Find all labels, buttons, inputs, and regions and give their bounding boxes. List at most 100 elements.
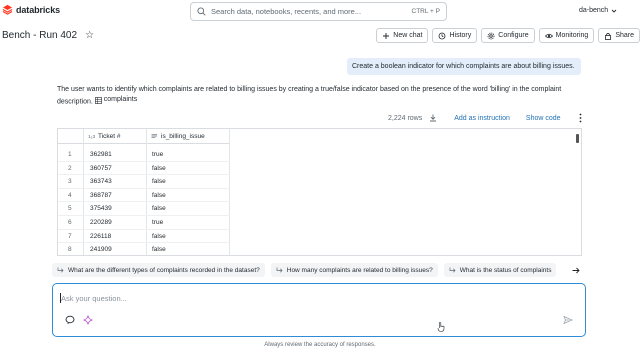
reply-arrow-icon bbox=[57, 267, 64, 273]
row-number: 3 bbox=[68, 178, 72, 186]
user-message-text: Create a boolean indicator for which com… bbox=[352, 63, 575, 70]
chat-bubble-icon[interactable] bbox=[65, 315, 75, 325]
table-row[interactable]: 6 220289 true bbox=[58, 216, 230, 230]
page-title-text: Bench - Run 402 bbox=[2, 30, 78, 41]
global-search[interactable]: Search data, notebooks, recents, and mor… bbox=[190, 2, 447, 21]
table-scrollbar[interactable] bbox=[576, 134, 579, 143]
toolbar: New chat History Configure Monitoring Sh… bbox=[376, 28, 640, 43]
row-number: 7 bbox=[68, 232, 72, 240]
databricks-logo[interactable]: databricks bbox=[2, 4, 60, 15]
result-table: 1₂3 Ticket # is_billing_issue 1 362981 t… bbox=[57, 128, 582, 256]
billing-issue-cell: true bbox=[152, 219, 164, 226]
row-number: 6 bbox=[68, 219, 72, 226]
suggestion-text: What is the status of complaints bbox=[459, 266, 552, 274]
column-header-is-billing-issue[interactable]: is_billing_issue bbox=[151, 129, 205, 144]
share-label: Share bbox=[615, 32, 634, 39]
page-title: Bench - Run 402 ☆ bbox=[2, 30, 94, 41]
ticket-cell: 226118 bbox=[90, 232, 112, 240]
suggested-questions: What are the different types of complain… bbox=[52, 263, 585, 277]
top-bar: databricks Search data, notebooks, recen… bbox=[0, 0, 640, 24]
databricks-logo-icon bbox=[2, 4, 13, 15]
billing-issue-cell: true bbox=[152, 151, 164, 158]
ticket-cell: 363743 bbox=[90, 178, 112, 186]
table-reference-link[interactable]: complaints bbox=[94, 95, 138, 105]
row-number: 4 bbox=[68, 191, 72, 199]
arrow-right-icon bbox=[572, 267, 580, 273]
suggestions-next-button[interactable] bbox=[570, 264, 582, 276]
star-icon[interactable]: ☆ bbox=[85, 30, 94, 41]
disclaimer-note: Always review the accuracy of responses. bbox=[264, 342, 376, 348]
number-type-icon: 1₂3 bbox=[88, 134, 95, 139]
table-row[interactable]: 4 368787 false bbox=[58, 189, 230, 203]
column-header-label: Ticket # bbox=[98, 132, 121, 140]
workspace-switcher[interactable]: da-bench bbox=[579, 7, 617, 14]
billing-issue-cell: false bbox=[152, 205, 166, 213]
boolean-type-icon bbox=[151, 133, 158, 139]
configure-label: Configure bbox=[498, 32, 529, 39]
ticket-cell: 362981 bbox=[90, 151, 112, 158]
ticket-cell: 241909 bbox=[90, 246, 112, 254]
table-row[interactable]: 7 226118 false bbox=[58, 230, 230, 244]
billing-issue-cell: false bbox=[152, 246, 166, 254]
history-label: History bbox=[449, 32, 472, 39]
chevron-down-icon bbox=[611, 9, 617, 13]
question-input-placeholder: Ask your question... bbox=[61, 294, 127, 303]
brand-name: databricks bbox=[16, 4, 61, 15]
suggestion-chip[interactable]: What are the different types of complain… bbox=[52, 263, 265, 277]
send-icon[interactable] bbox=[563, 315, 573, 325]
search-placeholder: Search data, notebooks, recents, and mor… bbox=[211, 7, 362, 16]
row-number: 1 bbox=[68, 151, 72, 158]
gear-icon bbox=[487, 32, 495, 39]
sparkle-icon[interactable] bbox=[83, 315, 93, 325]
question-input[interactable]: Ask your question... bbox=[52, 283, 586, 337]
search-shortcut: CTRL + P bbox=[411, 8, 440, 15]
table-row[interactable]: 2 360757 false bbox=[58, 162, 230, 176]
history-button[interactable]: History bbox=[432, 28, 478, 43]
configure-button[interactable]: Configure bbox=[481, 28, 535, 43]
suggestion-text: How many complaints are related to billi… bbox=[286, 266, 433, 274]
suggestion-chip[interactable]: How many complaints are related to billi… bbox=[270, 263, 438, 277]
assistant-message: The user wants to identify which complai… bbox=[57, 85, 587, 108]
table-reference-name: complaints bbox=[103, 96, 138, 103]
suggestion-text: What are the different types of complain… bbox=[68, 266, 260, 274]
ticket-cell: 375439 bbox=[90, 205, 112, 213]
row-number: 5 bbox=[68, 205, 72, 213]
billing-issue-cell: false bbox=[152, 164, 166, 172]
history-icon bbox=[439, 32, 446, 39]
billing-issue-cell: false bbox=[152, 178, 166, 186]
search-icon bbox=[197, 7, 206, 16]
column-header-ticket[interactable]: 1₂3 Ticket # bbox=[88, 129, 121, 144]
column-header-label: is_billing_issue bbox=[161, 132, 205, 140]
billing-issue-cell: false bbox=[152, 191, 166, 199]
eye-icon bbox=[544, 33, 553, 38]
more-options-icon[interactable] bbox=[579, 113, 582, 123]
download-icon[interactable] bbox=[429, 114, 437, 122]
share-button[interactable]: Share bbox=[598, 28, 640, 43]
lock-icon bbox=[605, 32, 612, 40]
table-row[interactable]: 1 362981 true bbox=[58, 148, 230, 162]
svg-text:1₂3: 1₂3 bbox=[88, 134, 95, 139]
show-code-link[interactable]: Show code bbox=[526, 115, 561, 122]
ticket-cell: 360757 bbox=[90, 164, 112, 172]
billing-issue-cell: false bbox=[152, 232, 166, 240]
table-row[interactable]: 8 241909 false bbox=[58, 243, 230, 255]
ticket-cell: 220289 bbox=[90, 219, 112, 226]
ticket-cell: 368787 bbox=[90, 191, 112, 199]
mouse-cursor-icon bbox=[437, 322, 445, 332]
row-number: 2 bbox=[68, 164, 72, 172]
suggestion-chip[interactable]: What is the status of complaints bbox=[443, 263, 557, 277]
monitoring-button[interactable]: Monitoring bbox=[538, 28, 595, 43]
workspace-name: da-bench bbox=[579, 7, 609, 14]
table-icon bbox=[94, 96, 102, 104]
table-row[interactable]: 3 363743 false bbox=[58, 175, 230, 189]
plus-icon bbox=[383, 32, 390, 39]
row-number: 8 bbox=[68, 246, 72, 254]
table-row[interactable]: 5 375439 false bbox=[58, 202, 230, 216]
result-meta-bar: 2,224 rows Add as instruction Show code bbox=[388, 113, 582, 123]
new-chat-label: New chat bbox=[393, 32, 423, 39]
row-count: 2,224 rows bbox=[388, 114, 423, 122]
add-as-instruction-link[interactable]: Add as instruction bbox=[454, 115, 510, 122]
monitoring-label: Monitoring bbox=[555, 32, 589, 39]
reply-arrow-icon bbox=[276, 267, 283, 273]
new-chat-button[interactable]: New chat bbox=[376, 28, 429, 43]
